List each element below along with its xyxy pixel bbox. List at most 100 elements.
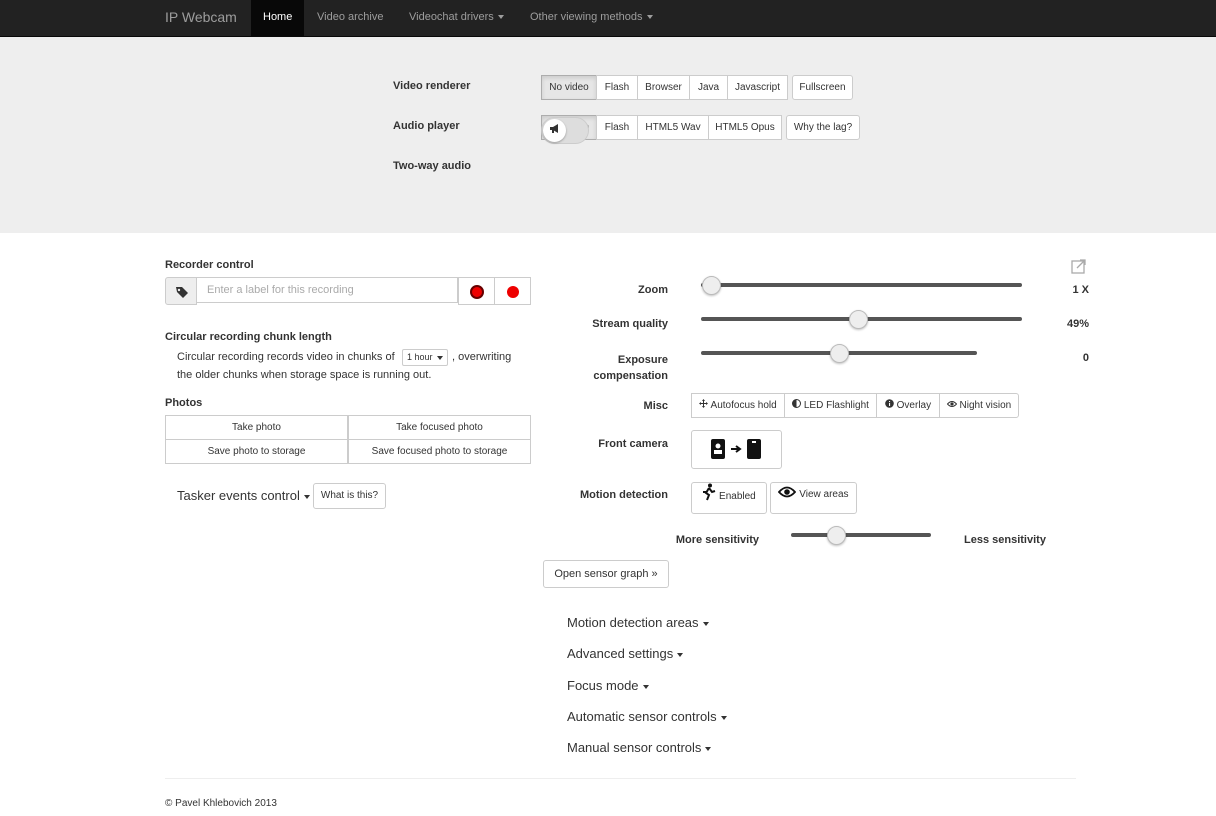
zoom-slider-handle[interactable]	[702, 276, 721, 295]
audio-flash-button[interactable]: Flash	[596, 115, 638, 140]
caret-down-icon	[646, 15, 653, 20]
record-ring-icon	[470, 285, 484, 299]
renderer-java-button[interactable]: Java	[689, 75, 728, 100]
audio-player-label: Audio player	[393, 120, 460, 132]
less-sensitivity-label: Less sensitivity	[964, 534, 1046, 546]
record-button[interactable]	[494, 277, 531, 305]
overlay-label: Overlay	[896, 400, 932, 412]
fullscreen-button[interactable]: Fullscreen	[792, 75, 853, 100]
renderer-browser-button[interactable]: Browser	[637, 75, 690, 100]
autofocus-hold-button[interactable]: Autofocus hold	[691, 393, 785, 418]
nav-videochat-drivers-label: Videochat drivers	[409, 11, 494, 23]
sensitivity-slider-handle[interactable]	[826, 526, 846, 545]
chunk-length-value: 1 hour	[407, 352, 433, 362]
recording-label-input[interactable]	[196, 277, 458, 303]
night-vision-button[interactable]: Night vision	[939, 393, 1019, 418]
contrast-icon	[792, 394, 802, 417]
caret-down-icon	[702, 621, 709, 626]
footer-divider	[165, 778, 1076, 779]
manual-sensor-controls-dropdown[interactable]: Manual sensor controls	[567, 740, 712, 755]
automatic-sensor-controls-label: Automatic sensor controls	[567, 709, 717, 724]
two-way-audio-label: Two-way audio	[393, 160, 472, 172]
misc-label: Misc	[643, 400, 668, 412]
exposure-value: 0	[1082, 352, 1089, 364]
eye-icon	[778, 484, 797, 507]
led-flashlight-button[interactable]: LED Flashlight	[784, 393, 877, 418]
advanced-settings-dropdown[interactable]: Advanced settings	[567, 646, 684, 661]
motion-detection-areas-label: Motion detection areas	[567, 615, 699, 630]
chunk-length-label: Circular recording chunk length	[165, 331, 332, 343]
quality-slider-handle[interactable]	[849, 310, 868, 329]
view-areas-label: View areas	[799, 489, 849, 500]
renderer-javascript-button[interactable]: Javascript	[727, 75, 788, 100]
record-once-button[interactable]	[458, 277, 495, 305]
motion-detection-label: Motion detection	[580, 489, 668, 501]
night-vision-label: Night vision	[959, 400, 1012, 412]
video-renderer-label: Video renderer	[393, 80, 471, 92]
renderer-flash-button[interactable]: Flash	[596, 75, 638, 100]
megaphone-icon	[543, 119, 566, 142]
more-sensitivity-label: More sensitivity	[675, 534, 759, 546]
take-focused-photo-button[interactable]: Take focused photo	[348, 415, 531, 440]
sensitivity-slider-track[interactable]	[791, 533, 931, 537]
zoom-slider-track[interactable]	[701, 283, 1022, 287]
front-camera-button[interactable]	[691, 430, 782, 469]
audio-html5-wav-button[interactable]: HTML5 Wav	[637, 115, 709, 140]
caret-down-icon	[705, 746, 712, 751]
exposure-label-line1: Exposure	[617, 354, 668, 366]
stream-quality-label: Stream quality	[592, 318, 668, 330]
view-areas-button[interactable]: View areas	[770, 482, 857, 514]
nav-other-viewing[interactable]: Other viewing methods	[518, 0, 665, 36]
recorder-control-label: Recorder control	[165, 259, 254, 271]
chunk-text-line2: the older chunks when storage space is r…	[177, 369, 432, 381]
motion-detection-areas-dropdown[interactable]: Motion detection areas	[567, 615, 709, 630]
front-camera-label: Front camera	[598, 438, 668, 450]
motion-enabled-label: Enabled	[719, 491, 756, 502]
autofocus-hold-label: Autofocus hold	[710, 400, 777, 412]
footer-copyright: © Pavel Khlebovich 2013	[165, 798, 277, 809]
photos-label: Photos	[165, 397, 203, 409]
open-sensor-graph-button[interactable]: Open sensor graph »	[543, 560, 669, 588]
chunk-length-select[interactable]: 1 hour	[402, 349, 448, 366]
overlay-button[interactable]: Overlay	[876, 393, 940, 418]
nav-home[interactable]: Home	[251, 0, 305, 36]
chunk-text-after: , overwriting	[452, 351, 512, 363]
save-photo-button[interactable]: Save photo to storage	[165, 439, 348, 464]
record-dot-icon	[507, 286, 519, 298]
navbar: IP Webcam Home Video archive Videochat d…	[0, 0, 1216, 37]
tag-icon	[165, 277, 197, 305]
switch-camera-icon	[710, 438, 764, 469]
eye-open-icon	[946, 394, 957, 417]
audio-html5-opus-button[interactable]: HTML5 Opus	[708, 115, 782, 140]
zoom-label: Zoom	[638, 284, 668, 296]
exposure-label-line2: compensation	[593, 370, 668, 382]
tasker-events-label: Tasker events control	[177, 488, 300, 503]
brand-link[interactable]: IP Webcam	[165, 0, 237, 36]
move-icon	[699, 394, 709, 417]
caret-down-icon	[642, 684, 649, 689]
take-photo-button[interactable]: Take photo	[165, 415, 348, 440]
renderer-no-video-button[interactable]: No video	[541, 75, 597, 100]
tasker-help-button[interactable]: What is this?	[313, 483, 386, 509]
external-link-icon[interactable]	[1071, 259, 1086, 274]
two-way-audio-toggle[interactable]	[541, 117, 589, 144]
focus-mode-dropdown[interactable]: Focus mode	[567, 678, 649, 693]
save-focused-photo-button[interactable]: Save focused photo to storage	[348, 439, 531, 464]
caret-down-icon	[303, 494, 310, 499]
zoom-value: 1 X	[1072, 284, 1089, 296]
motion-enabled-button[interactable]: Enabled	[691, 482, 767, 514]
nav-videochat-drivers[interactable]: Videochat drivers	[397, 0, 516, 36]
tasker-events-dropdown[interactable]: Tasker events control	[177, 488, 310, 503]
quality-value: 49%	[1066, 318, 1089, 330]
exposure-slider-handle[interactable]	[829, 344, 849, 363]
exposure-label: Exposure compensation	[568, 352, 668, 384]
chunk-text-before: Circular recording records video in chun…	[177, 351, 395, 363]
nav-video-archive[interactable]: Video archive	[305, 0, 395, 36]
caret-down-icon	[497, 15, 504, 20]
automatic-sensor-controls-dropdown[interactable]: Automatic sensor controls	[567, 709, 727, 724]
caret-down-icon	[677, 652, 684, 657]
why-lag-button[interactable]: Why the lag?	[786, 115, 860, 140]
advanced-settings-label: Advanced settings	[567, 646, 674, 661]
info-icon	[885, 394, 894, 417]
running-icon	[702, 483, 716, 510]
